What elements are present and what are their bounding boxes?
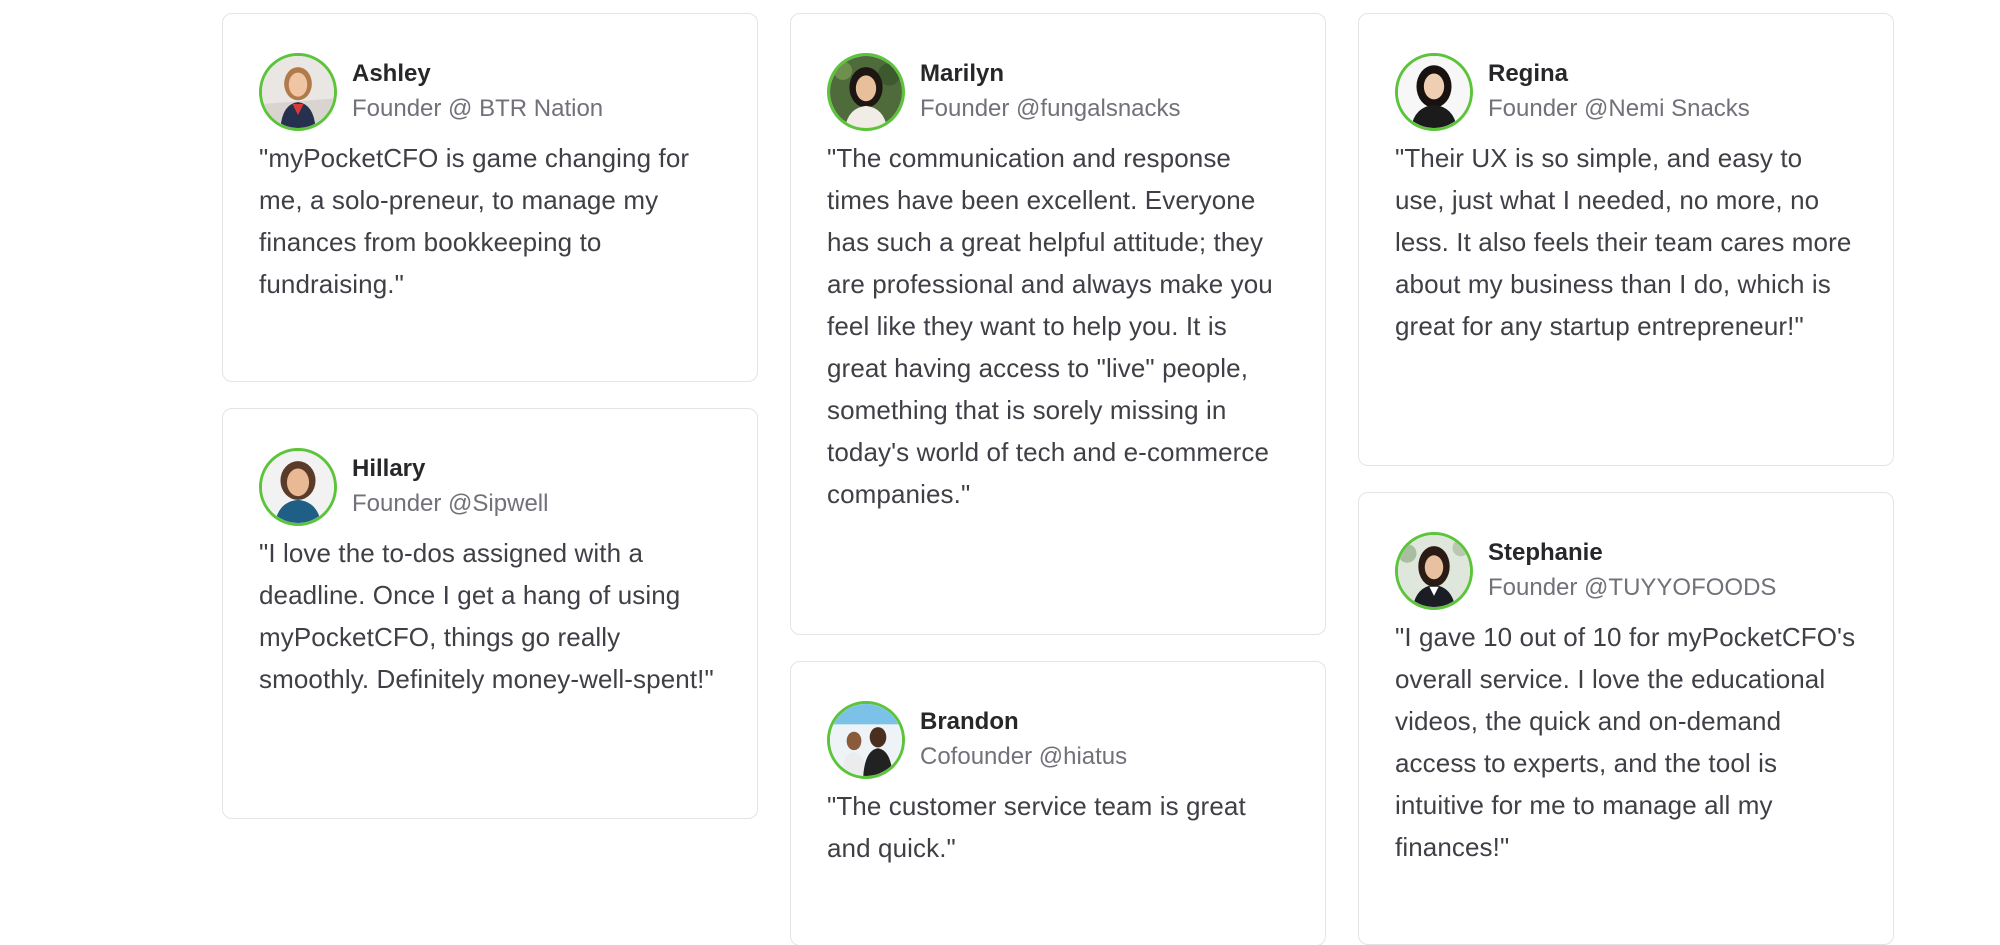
avatar-photo xyxy=(259,448,337,526)
testimonial-header: Stephanie Founder @TUYYOFOODS xyxy=(1395,529,1857,613)
avatar-photo xyxy=(827,53,905,131)
testimonial-quote: "The customer service team is great and … xyxy=(827,791,1246,863)
testimonial-card-regina: Regina Founder @Nemi Snacks "Their UX is… xyxy=(1358,13,1894,466)
testimonial-card-marilyn: Marilyn Founder @fungalsnacks "The commu… xyxy=(790,13,1326,635)
author-name: Regina xyxy=(1488,60,1569,87)
testimonial-header: Brandon Cofounder @hiatus xyxy=(827,698,1289,782)
author-info: Regina Founder @Nemi Snacks xyxy=(1488,57,1750,127)
testimonial-header: Marilyn Founder @fungalsnacks xyxy=(827,50,1289,134)
author-name: Ashley xyxy=(352,60,431,87)
testimonial-header: Hillary Founder @Sipwell xyxy=(259,445,721,529)
testimonials-board: Ashley Founder @ BTR Nation "myPocketCFO… xyxy=(0,0,2000,945)
author-info: Hillary Founder @Sipwell xyxy=(352,452,548,522)
author-info: Marilyn Founder @fungalsnacks xyxy=(920,57,1181,127)
avatar-photo xyxy=(827,701,905,779)
testimonial-quote: "myPocketCFO is game changing for me, a … xyxy=(259,143,690,299)
testimonial-quote: "I love the to-dos assigned with a deadl… xyxy=(259,538,714,694)
author-role: Founder @Nemi Snacks xyxy=(1488,95,1750,122)
testimonial-column-1: Ashley Founder @ BTR Nation "myPocketCFO… xyxy=(222,13,758,819)
testimonial-header: Ashley Founder @ BTR Nation xyxy=(259,50,721,134)
avatar-photo xyxy=(1395,53,1473,131)
author-info: Stephanie Founder @TUYYOFOODS xyxy=(1488,536,1776,606)
testimonial-quote: "I gave 10 out of 10 for myPocketCFO's o… xyxy=(1395,622,1856,862)
author-info: Brandon Cofounder @hiatus xyxy=(920,705,1127,775)
avatar-photo xyxy=(259,53,337,131)
testimonial-header: Regina Founder @Nemi Snacks xyxy=(1395,50,1857,134)
author-name: Brandon xyxy=(920,708,1019,735)
testimonial-column-3: Regina Founder @Nemi Snacks "Their UX is… xyxy=(1358,13,1894,945)
testimonial-card-ashley: Ashley Founder @ BTR Nation "myPocketCFO… xyxy=(222,13,758,382)
author-name: Hillary xyxy=(352,455,426,482)
testimonial-quote: "The communication and response times ha… xyxy=(827,143,1273,509)
author-name: Stephanie xyxy=(1488,539,1603,566)
author-role: Cofounder @hiatus xyxy=(920,743,1128,770)
testimonial-card-brandon: Brandon Cofounder @hiatus "The customer … xyxy=(790,661,1326,945)
author-name: Marilyn xyxy=(920,60,1005,87)
author-info: Ashley Founder @ BTR Nation xyxy=(352,57,603,127)
author-role: Founder @TUYYOFOODS xyxy=(1488,574,1777,601)
author-role: Founder @ BTR Nation xyxy=(352,95,604,122)
testimonial-quote: "Their UX is so simple, and easy to use,… xyxy=(1395,143,1852,341)
author-role: Founder @fungalsnacks xyxy=(920,95,1181,122)
testimonial-card-stephanie: Stephanie Founder @TUYYOFOODS "I gave 10… xyxy=(1358,492,1894,945)
testimonial-card-hillary: Hillary Founder @Sipwell "I love the to-… xyxy=(222,408,758,819)
avatar-photo xyxy=(1395,532,1473,610)
author-role: Founder @Sipwell xyxy=(352,490,549,517)
testimonial-column-2: Marilyn Founder @fungalsnacks "The commu… xyxy=(790,13,1326,945)
